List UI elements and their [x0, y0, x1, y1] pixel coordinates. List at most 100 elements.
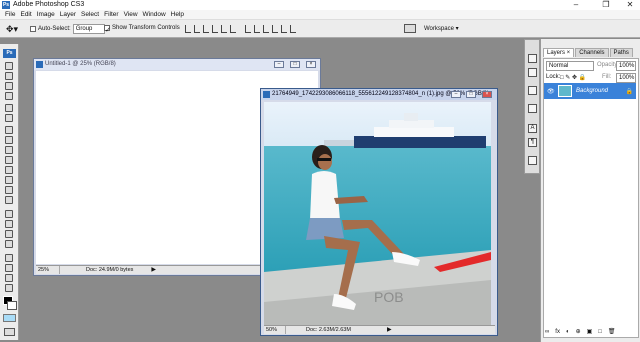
paragraph-icon[interactable]: ¶	[528, 138, 537, 147]
zoom-level[interactable]: 50%	[264, 326, 286, 334]
menu-window[interactable]: Window	[143, 11, 166, 18]
minimize-button[interactable]: –	[568, 0, 584, 10]
opacity-field[interactable]: 100%	[616, 61, 636, 71]
layers-panel: Layers × Channels Paths Normal Opacity: …	[540, 39, 640, 342]
menu-view[interactable]: View	[124, 11, 138, 18]
distribute-right-icon[interactable]	[289, 25, 296, 33]
doc-info: Doc: 2.63M/2.63M	[306, 327, 351, 333]
align-top-icon[interactable]	[185, 25, 191, 33]
character-icon[interactable]: A	[528, 124, 537, 133]
document-maximize-button[interactable]: □	[290, 61, 300, 68]
status-arrow-icon[interactable]: ▶	[151, 266, 156, 274]
blend-mode-dropdown[interactable]: Normal	[546, 61, 594, 71]
beach-photo: POB	[264, 102, 491, 325]
layer-thumbnail	[558, 85, 572, 97]
document-window-photo[interactable]: 21764949_1742293086066118_55561224912837…	[260, 88, 498, 336]
lock-label: Lock:	[546, 74, 561, 80]
align-hcenter-icon[interactable]	[221, 25, 227, 33]
visibility-eye-icon[interactable]: 👁	[547, 88, 555, 95]
photo-canvas[interactable]: POB	[264, 102, 491, 325]
document-minimize-button[interactable]: –	[274, 61, 284, 68]
workspace-icon[interactable]	[404, 24, 416, 33]
auto-select-dropdown[interactable]: Group	[72, 24, 105, 34]
distribute-vcenter-icon[interactable]	[253, 25, 260, 33]
zoom-level[interactable]: 25%	[36, 266, 60, 274]
menu-filter[interactable]: Filter	[104, 11, 118, 18]
menu-help[interactable]: Help	[171, 11, 184, 18]
actions-icon[interactable]	[528, 86, 537, 95]
layer-comps-icon[interactable]	[528, 156, 537, 165]
gradient-tool-icon[interactable]	[5, 176, 13, 184]
toolbox: Ps	[0, 44, 19, 340]
zoom-tool-icon[interactable]	[5, 284, 13, 292]
type-tool-icon[interactable]	[5, 220, 13, 228]
menu-file[interactable]: File	[5, 11, 15, 18]
new-group-icon[interactable]: ▣	[587, 328, 593, 335]
link-layers-icon[interactable]: ∞	[545, 329, 549, 335]
delete-layer-icon[interactable]: 🗑	[608, 328, 616, 335]
adjustment-layer-icon[interactable]: ⊕	[576, 328, 581, 335]
distribute-left-icon[interactable]	[271, 25, 278, 33]
align-bottom-icon[interactable]	[203, 25, 209, 33]
menu-layer[interactable]: Layer	[60, 11, 76, 18]
blur-tool-icon[interactable]	[5, 186, 13, 194]
background-color-swatch[interactable]	[7, 301, 17, 310]
close-button[interactable]: ✕	[622, 0, 638, 10]
maximize-button[interactable]: ❐	[598, 0, 614, 10]
lock-icons[interactable]: □ ✎ ✥ 🔒	[560, 74, 586, 81]
shape-tool-icon[interactable]	[5, 240, 13, 248]
menu-image[interactable]: Image	[37, 11, 55, 18]
document-close-button[interactable]: ×	[482, 91, 492, 98]
transform-controls-checkbox[interactable]: ✓	[104, 25, 111, 34]
layer-row-background[interactable]: 👁 Background 🔒	[544, 83, 636, 99]
workspace-dropdown[interactable]: Workspace ▾	[424, 25, 459, 32]
eraser-tool-icon[interactable]	[5, 166, 13, 174]
distribute-bottom-icon[interactable]	[262, 25, 269, 33]
move-tool-icon[interactable]: ✥▾	[6, 24, 18, 35]
layer-name[interactable]: Background	[576, 88, 608, 94]
brush-tool-icon[interactable]	[5, 136, 13, 144]
eyedropper-icon[interactable]	[5, 264, 13, 272]
magic-wand-icon[interactable]	[5, 92, 13, 100]
distribute-top-icon[interactable]	[244, 25, 251, 33]
auto-select-checkbox[interactable]	[30, 26, 36, 32]
distribute-hcenter-icon[interactable]	[280, 25, 287, 33]
dodge-tool-icon[interactable]	[5, 196, 13, 204]
tab-layers[interactable]: Layers ×	[543, 48, 575, 57]
history-icon[interactable]	[528, 68, 537, 77]
lasso-tool-icon[interactable]	[5, 82, 13, 90]
status-bar: 50% Doc: 2.63M/2.63M ▶	[264, 325, 495, 334]
fill-field[interactable]: 100%	[616, 73, 636, 83]
screen-mode-icon[interactable]	[4, 328, 15, 336]
crop-tool-icon[interactable]	[5, 104, 13, 112]
marquee-tool-icon[interactable]	[5, 72, 13, 80]
slice-tool-icon[interactable]	[5, 114, 13, 122]
hand-tool-icon[interactable]	[5, 274, 13, 282]
layer-style-icon[interactable]: fx	[555, 329, 560, 335]
notes-tool-icon[interactable]	[5, 254, 13, 262]
document-minimize-button[interactable]: –	[451, 91, 461, 98]
new-layer-icon[interactable]: □	[598, 329, 602, 335]
tool-presets-icon[interactable]	[528, 104, 537, 113]
quick-mask-icon[interactable]	[3, 314, 16, 322]
history-brush-icon[interactable]	[5, 156, 13, 164]
clone-stamp-icon[interactable]	[5, 146, 13, 154]
document-maximize-button[interactable]: □	[466, 91, 476, 98]
tab-channels[interactable]: Channels	[575, 48, 609, 57]
path-selection-icon[interactable]	[5, 230, 13, 238]
align-left-icon[interactable]	[212, 25, 218, 33]
photoshop-logo-icon: Ps	[2, 1, 10, 9]
align-vcenter-icon[interactable]	[194, 25, 200, 33]
align-right-icon[interactable]	[230, 25, 236, 33]
tab-paths[interactable]: Paths	[609, 48, 633, 57]
layer-mask-icon[interactable]: ◐	[566, 329, 570, 335]
healing-brush-icon[interactable]	[5, 126, 13, 134]
document-title-bar[interactable]: 21764949_1742293086066118_55561224912837…	[261, 89, 497, 100]
document-close-button[interactable]: ×	[306, 61, 316, 68]
menu-select[interactable]: Select	[81, 11, 99, 18]
navigator-icon[interactable]	[528, 54, 537, 63]
pen-tool-icon[interactable]	[5, 210, 13, 218]
move-tool-icon[interactable]	[5, 62, 13, 70]
menu-edit[interactable]: Edit	[20, 11, 31, 18]
status-arrow-icon[interactable]: ▶	[387, 326, 392, 334]
